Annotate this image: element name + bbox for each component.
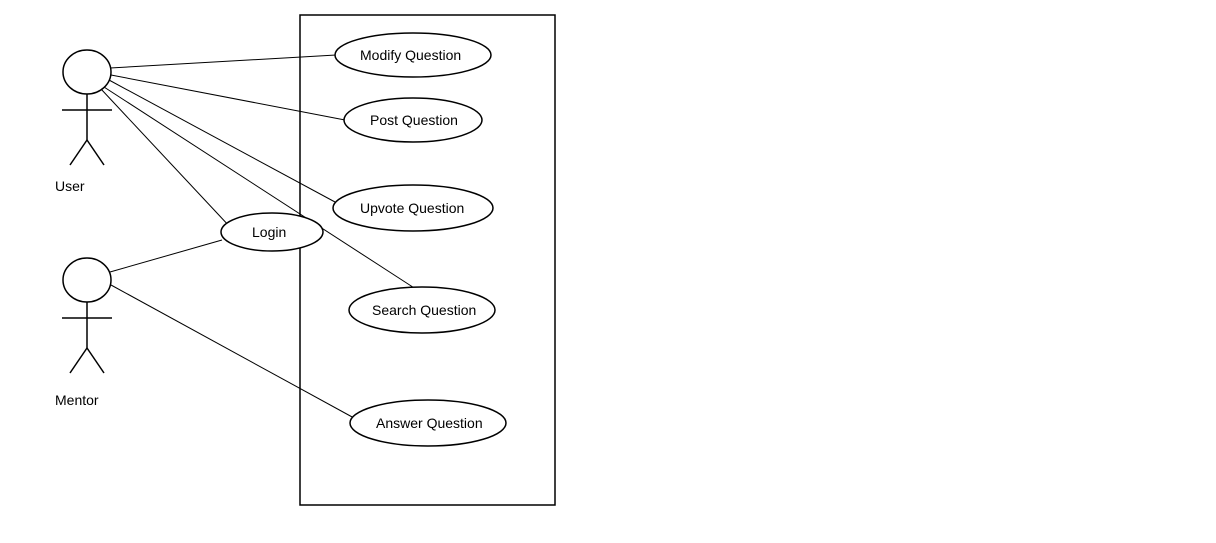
actor-user-label: User xyxy=(55,178,85,194)
usecase-answer-label: Answer Question xyxy=(376,415,483,431)
usecase-upvote-label: Upvote Question xyxy=(360,200,464,216)
usecase-search-label: Search Question xyxy=(372,302,476,318)
usecase-post-label: Post Question xyxy=(370,112,458,128)
actor-mentor-label: Mentor xyxy=(55,392,99,408)
actor-user xyxy=(62,50,112,165)
usecase-login-label: Login xyxy=(252,224,286,240)
diagram-svg xyxy=(0,0,1216,543)
actor-mentor xyxy=(62,258,112,373)
assoc-mentor-answer xyxy=(111,285,354,418)
assoc-user-upvote xyxy=(109,80,335,202)
assoc-user-modify xyxy=(110,55,336,68)
assoc-user-login xyxy=(101,89,231,228)
usecase-diagram: User Mentor Login Modify Question Post Q… xyxy=(0,0,1216,543)
assoc-mentor-login xyxy=(110,240,222,272)
assoc-user-post xyxy=(111,75,345,120)
usecase-modify-label: Modify Question xyxy=(360,47,461,63)
